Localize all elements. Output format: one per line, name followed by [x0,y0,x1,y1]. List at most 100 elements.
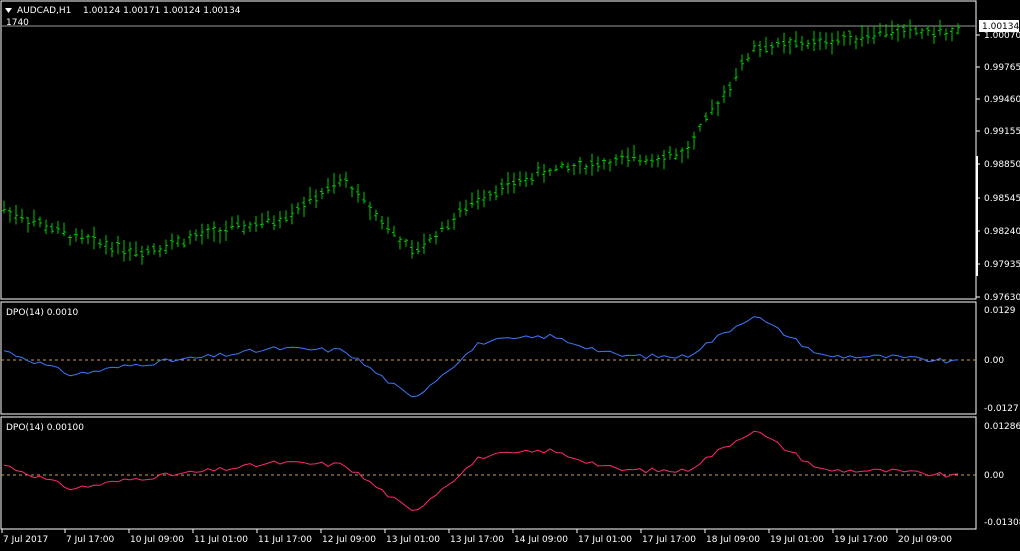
dpo-blue-series[interactable] [3,316,959,398]
price-bar [320,188,324,200]
time-axis[interactable]: 7 Jul 2017 7 Jul 17:00 10 Jul 09:00 11 J… [1,529,952,545]
price-bar [638,154,642,166]
price-bar [80,229,84,244]
time-label: 17 Jul 01:00 [578,535,632,545]
price-bar [242,220,246,235]
price-bar [110,241,114,258]
price-bar [368,201,372,221]
dpo-red-axis[interactable]: 0.01286 0.00 -0.01308 [984,422,1020,528]
price-bar [650,153,654,168]
price-bar [200,223,204,245]
price-bar [914,26,918,36]
price-bar [830,32,834,55]
price-bar [794,31,798,48]
candlestick-series[interactable] [2,19,960,265]
price-axis[interactable]: 1.00070 0.99765 0.99460 0.99155 0.98850 … [976,31,1020,303]
price-bar [92,226,96,250]
time-label: 7 Jul 2017 [3,535,48,545]
price-tick-label: 0.97935 [984,260,1020,270]
time-label: 13 Jul 17:00 [450,535,504,545]
dpo-red-tick-label: 0.00 [984,471,1004,481]
price-tick-label: 1.00070 [984,31,1020,41]
price-bar [302,196,306,217]
price-bar [944,28,948,41]
price-bar [410,240,414,259]
price-bar [686,141,690,159]
price-bar [566,162,570,173]
price-bar [788,37,792,55]
price-bar [164,239,168,255]
price-tick-label: 0.99765 [984,63,1020,73]
price-bar [452,212,456,230]
price-bar [296,202,300,215]
price-bar [74,228,78,242]
price-bar [848,30,852,46]
price-bar [524,171,528,187]
price-bar [356,184,360,203]
price-bar [680,147,684,163]
price-bar [782,32,786,54]
price-bar [224,220,228,241]
dropdown-arrow-icon[interactable] [5,8,12,13]
dpo-red-tick-label: -0.01308 [984,518,1020,528]
dpo-blue-title: DPO(14) 0.0010 [6,308,79,318]
price-bar [596,156,600,172]
dpo-blue-panel[interactable] [0,301,977,415]
price-bar [854,35,858,50]
time-label: 18 Jul 09:00 [706,535,760,545]
dpo-red-title: DPO(14) 0.00100 [6,423,84,433]
price-bar [482,189,486,208]
main-price-panel[interactable] [0,0,977,300]
chart-canvas[interactable]: AUDCAD,H1 1.00124 1.00171 1.00124 1.0013… [0,0,1020,551]
dpo-blue-tick-label: 0.0129 [984,306,1016,316]
price-bar [290,203,294,225]
price-bar [218,227,222,244]
price-bar [806,39,810,49]
price-bar [254,215,258,232]
price-bar [938,19,942,36]
price-bar [284,210,288,223]
price-bar [632,145,636,162]
price-bar [392,225,396,237]
dpo-blue-axis[interactable]: 0.0129 0.00 -0.0127 [984,306,1019,414]
price-bar [398,236,402,250]
dpo-red-panel[interactable] [0,416,977,530]
dpo-red-tick-label: 0.01286 [984,422,1020,432]
price-bar [554,164,558,172]
price-bar [26,217,30,233]
price-bar [518,171,522,187]
price-bar [728,81,732,97]
price-bar [764,36,768,53]
price-bar [488,190,492,201]
price-bar [416,241,420,255]
price-bar [572,163,576,176]
price-bar [956,23,960,35]
price-bar [542,163,546,183]
price-bar [50,223,54,234]
price-bar [464,199,468,216]
price-bar [584,163,588,175]
price-bar [560,161,564,169]
price-bar [620,150,624,165]
price-bar [338,173,342,187]
price-bar [446,219,450,231]
price-bar [236,215,240,230]
price-bar [230,216,234,231]
price-bar [176,234,180,247]
price-bar [692,131,696,150]
dpo-red-series[interactable] [3,430,959,512]
time-label: 7 Jul 17:00 [66,535,115,545]
time-label: 11 Jul 17:00 [258,535,312,545]
price-bar [752,40,756,53]
price-bar [248,221,252,232]
price-bar [98,238,102,249]
price-bar [506,171,510,194]
time-label: 11 Jul 01:00 [194,535,248,545]
chart-window[interactable]: AUDCAD,H1 1.00124 1.00171 1.00124 1.0013… [0,0,1020,551]
price-bar [776,37,780,48]
price-bar [512,172,516,194]
price-bar [374,209,378,221]
price-bar [434,231,438,245]
time-label: 19 Jul 01:00 [770,535,824,545]
price-bar [710,99,714,116]
